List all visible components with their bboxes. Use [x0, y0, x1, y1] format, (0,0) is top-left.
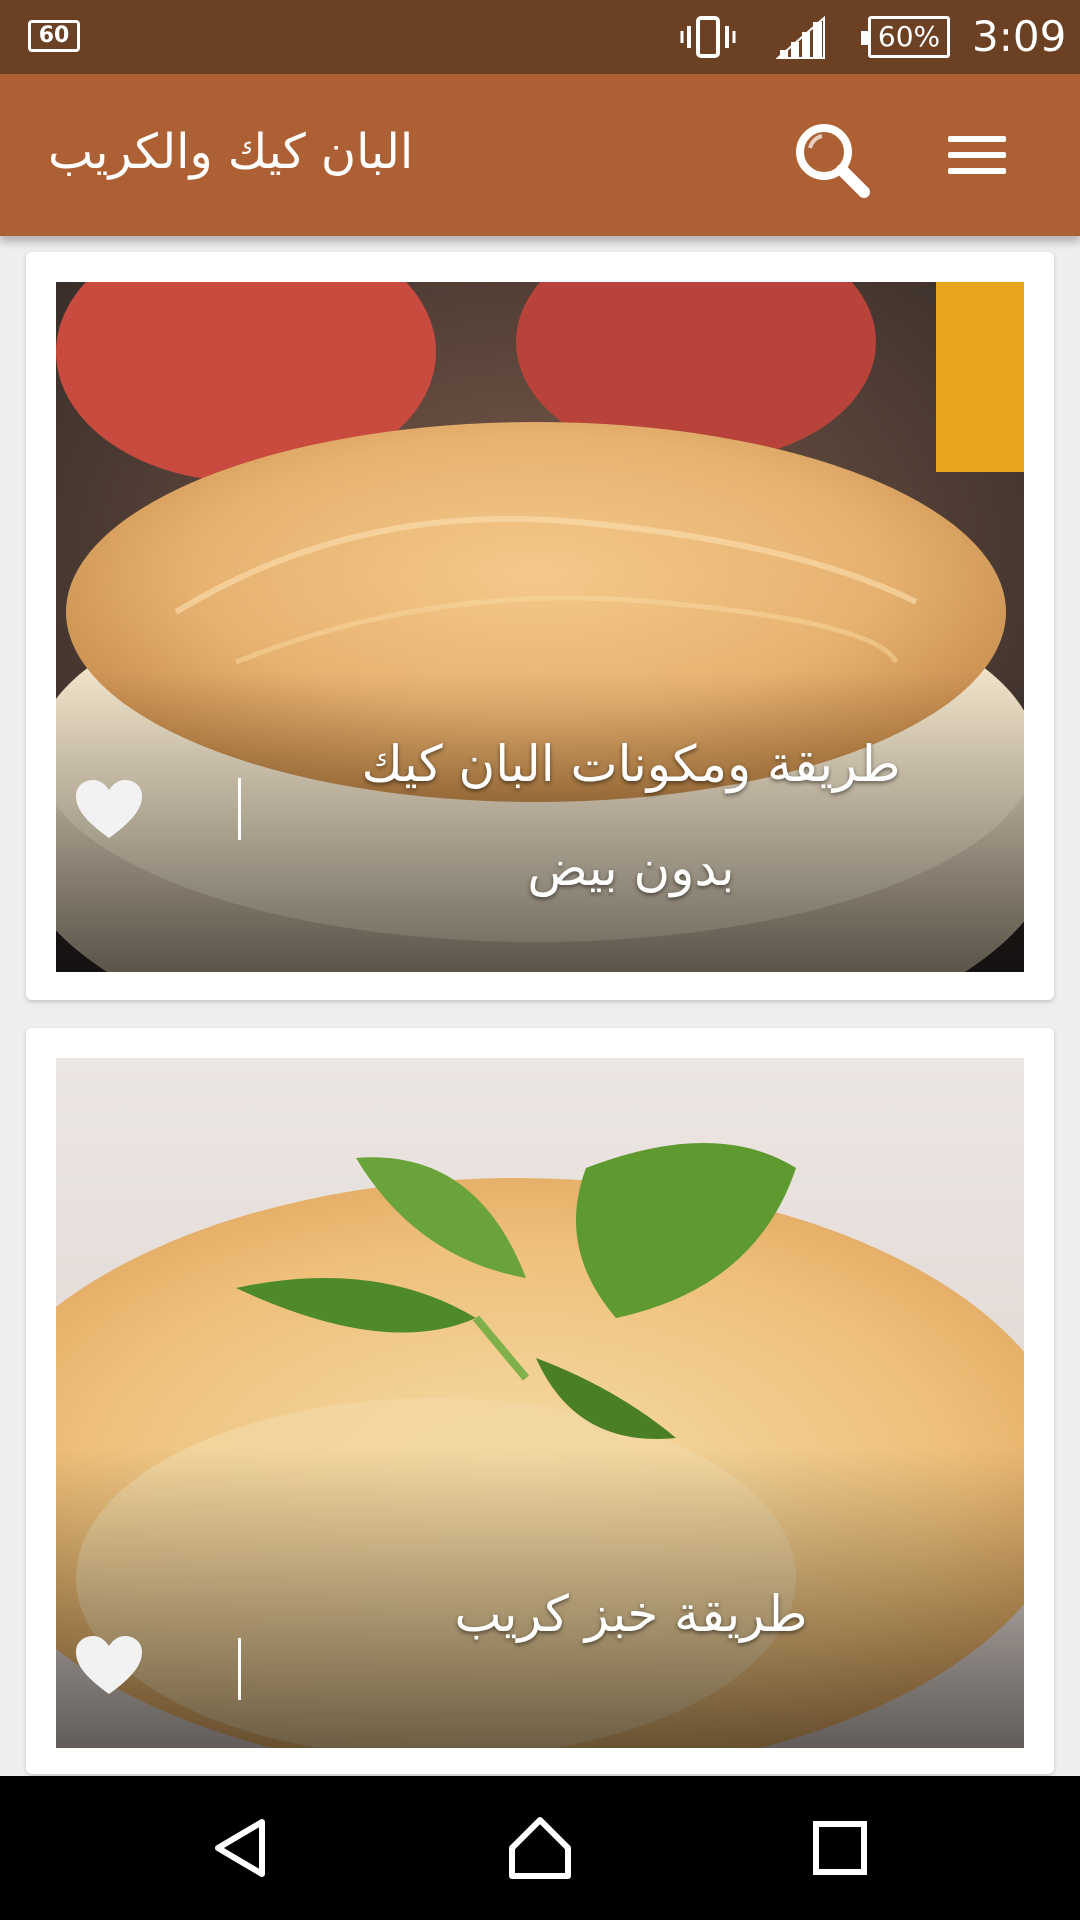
app-bar: البان كيك والكريب — [0, 74, 1080, 236]
home-icon[interactable] — [508, 1816, 572, 1880]
recipe-title[interactable]: طريقة خبز كريب — [286, 1562, 976, 1666]
vibrate-icon — [680, 16, 736, 58]
status-time: 3:09 — [972, 12, 1067, 61]
page-title: البان كيك والكريب — [48, 124, 414, 180]
recent-apps-icon[interactable] — [808, 1816, 872, 1880]
notification-badge-icon: 60 — [28, 20, 80, 52]
divider — [238, 1638, 241, 1700]
recipe-card[interactable]: طريقة ومكونات البان كيك بدون بيض — [26, 252, 1054, 1000]
recipe-card[interactable]: طريقة خبز كريب — [26, 1028, 1054, 1774]
back-icon[interactable] — [210, 1816, 274, 1880]
battery-icon: 60% — [861, 16, 950, 58]
recipe-title[interactable]: طريقة ومكونات البان كيك بدون بيض — [286, 712, 976, 920]
heart-icon[interactable] — [74, 778, 144, 840]
status-bar: 60 60% 3:09 — [0, 0, 1080, 74]
recipe-title-line: بدون بيض — [527, 839, 735, 897]
cell-signal-icon — [776, 16, 825, 59]
recipe-title-line: طريقة خبز كريب — [454, 1585, 808, 1643]
menu-icon[interactable] — [944, 126, 1012, 190]
recipe-title-line: طريقة ومكونات البان كيك — [361, 735, 901, 793]
system-nav-bar — [0, 1776, 1080, 1920]
heart-icon[interactable] — [74, 1634, 144, 1696]
search-icon[interactable] — [790, 118, 874, 202]
divider — [238, 778, 241, 840]
